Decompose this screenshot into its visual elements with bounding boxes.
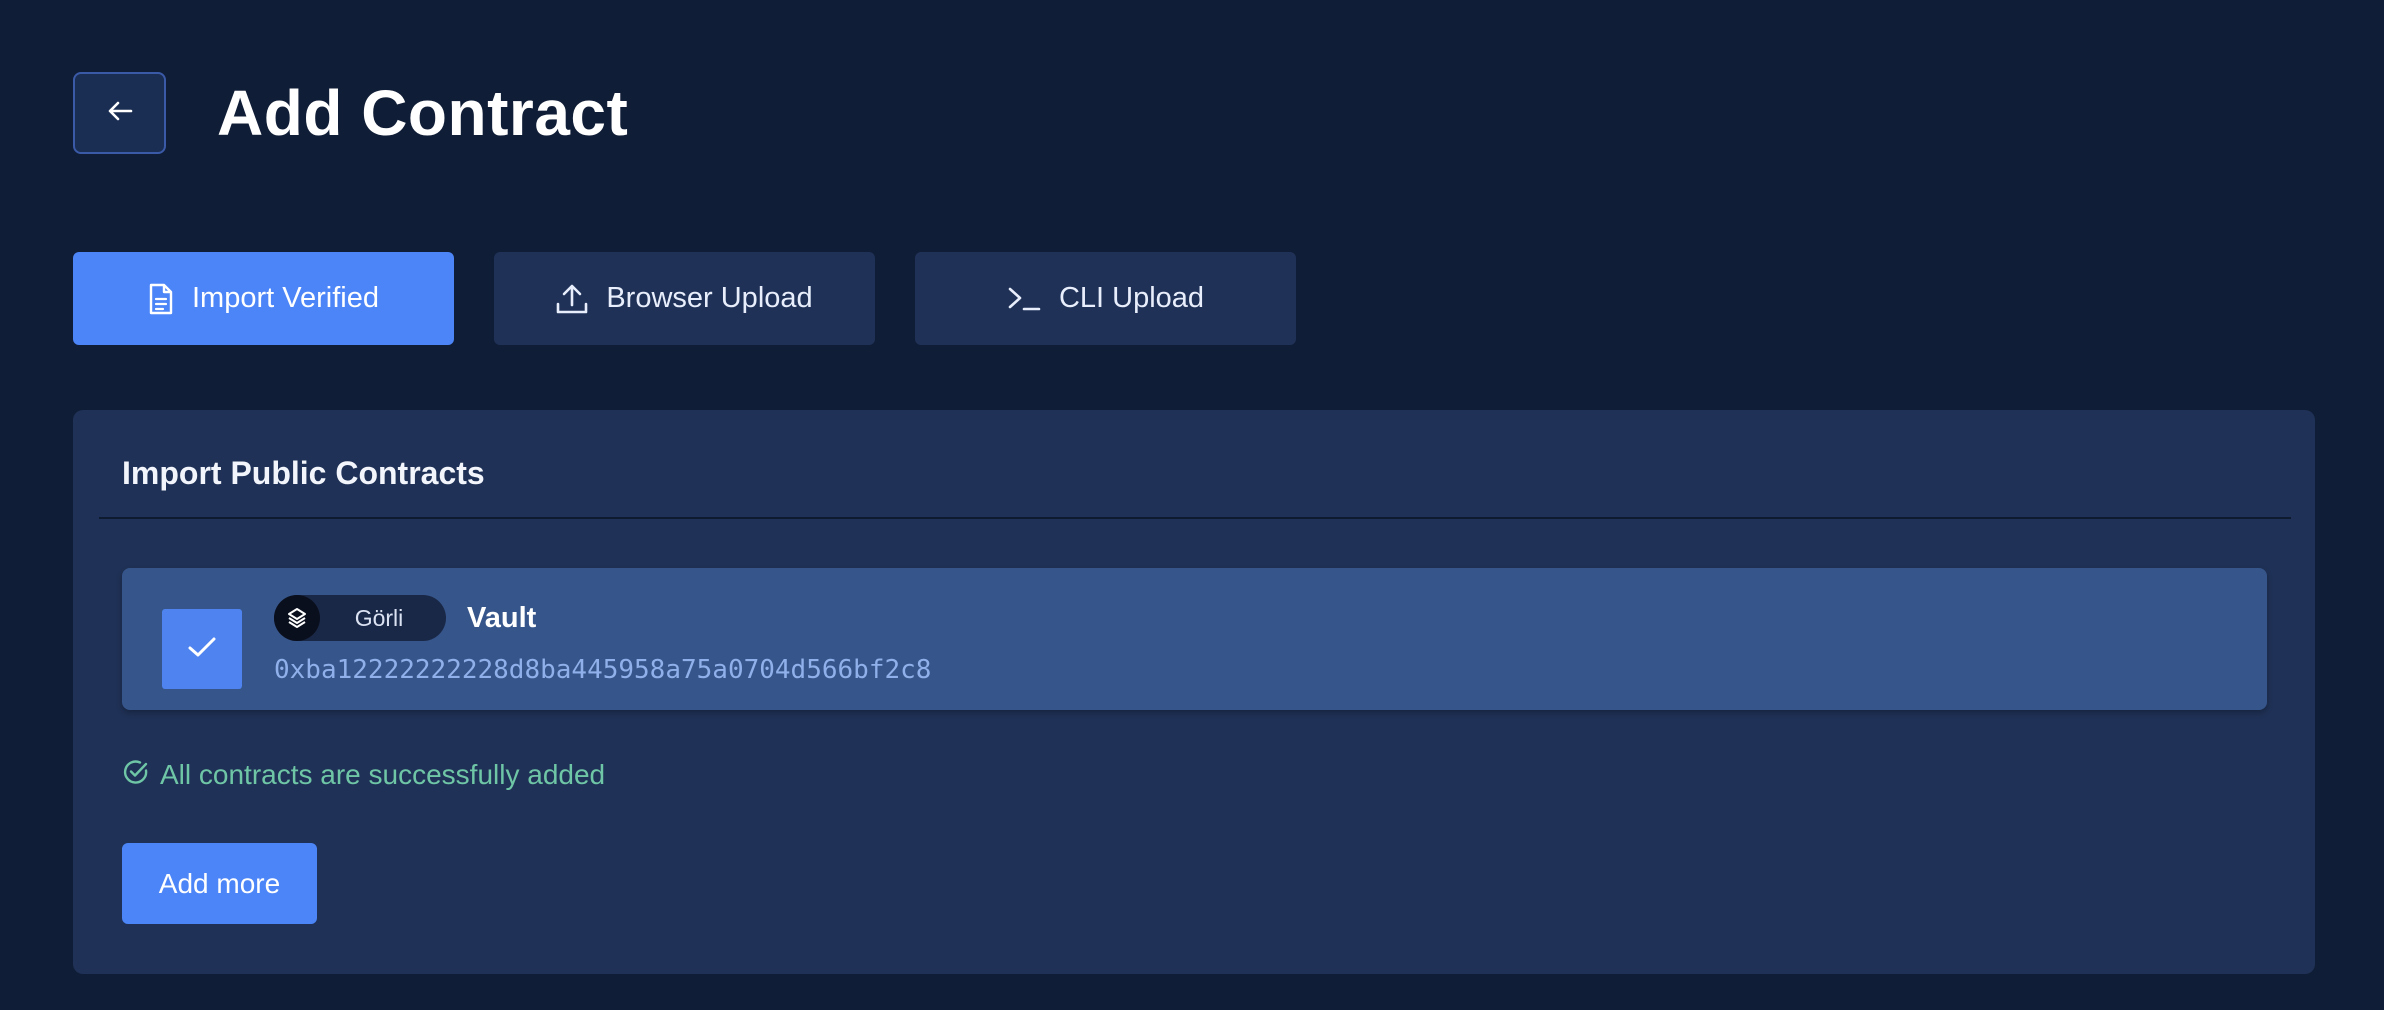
import-method-tabs: Import Verified Browser Upload CLI Uploa… bbox=[73, 252, 1296, 345]
ethereum-network-icon bbox=[274, 595, 320, 641]
divider bbox=[99, 517, 2291, 519]
import-public-contracts-card: Import Public Contracts Görli Vault 0xba… bbox=[73, 410, 2315, 974]
tab-import-verified[interactable]: Import Verified bbox=[73, 252, 454, 345]
card-title: Import Public Contracts bbox=[122, 454, 485, 491]
document-icon bbox=[148, 283, 174, 315]
tab-label: CLI Upload bbox=[1058, 282, 1205, 314]
contract-address: 0xba12222222228d8ba445958a75a0704d566bf2… bbox=[274, 655, 932, 685]
check-circle-icon bbox=[122, 758, 150, 793]
checkmark-icon bbox=[187, 635, 217, 664]
tab-label: Browser Upload bbox=[606, 282, 813, 314]
success-text: All contracts are successfully added bbox=[160, 759, 606, 790]
page-title: Add Contract bbox=[217, 77, 629, 149]
arrow-left-icon bbox=[107, 100, 133, 127]
tab-browser-upload[interactable]: Browser Upload bbox=[494, 252, 875, 345]
contract-row[interactable]: Görli Vault 0xba12222222228d8ba445958a75… bbox=[122, 568, 2267, 710]
success-message: All contracts are successfully added bbox=[122, 755, 605, 795]
tab-cli-upload[interactable]: CLI Upload bbox=[915, 252, 1296, 345]
contract-name: Vault bbox=[467, 601, 537, 634]
add-contract-page: Add Contract Import Verified Browser Upl… bbox=[0, 0, 2384, 1010]
network-name: Görli bbox=[354, 604, 404, 631]
upload-icon bbox=[556, 284, 588, 314]
add-more-button[interactable]: Add more bbox=[122, 843, 317, 924]
network-badge: Görli bbox=[274, 595, 446, 641]
terminal-icon bbox=[1007, 285, 1041, 313]
tab-label: Import Verified bbox=[192, 282, 379, 314]
contract-checkbox[interactable] bbox=[162, 609, 242, 689]
back-button[interactable] bbox=[73, 72, 166, 154]
